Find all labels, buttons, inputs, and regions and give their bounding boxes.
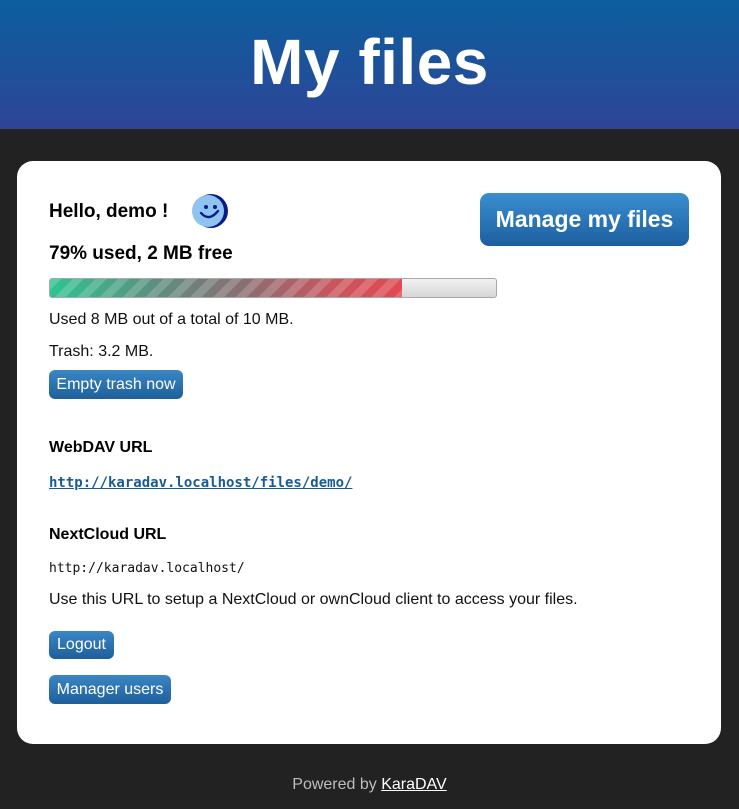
webdav-url-link[interactable]: http://karadav.localhost/files/demo/: [49, 475, 352, 491]
nextcloud-help-text: Use this URL to setup a NextCloud or own…: [49, 591, 578, 608]
trash-size: Trash: 3.2 MB.: [49, 343, 154, 360]
usage-summary: 79% used, 2 MB free: [49, 243, 233, 264]
storage-usage-bar-fill: [50, 279, 403, 297]
empty-trash-button[interactable]: Empty trash now: [49, 370, 183, 399]
nextcloud-url-value: http://karadav.localhost/: [49, 561, 245, 576]
page-title: My files: [250, 25, 489, 98]
smiley-face-icon: [192, 192, 230, 230]
nextcloud-url-label: NextCloud URL: [49, 526, 167, 543]
usage-detail: Used 8 MB out of a total of 10 MB.: [49, 311, 294, 328]
webdav-url-label: WebDAV URL: [49, 439, 153, 456]
greeting: Hello, demo !: [49, 201, 169, 222]
manage-files-button[interactable]: Manage my files: [480, 193, 689, 246]
main-card: Hello, demo ! Manage my files 79% used, …: [17, 161, 721, 744]
page-header: My files: [0, 0, 739, 129]
powered-by-text: Powered by: [292, 776, 382, 793]
storage-usage-bar: [49, 278, 497, 298]
footer: Powered by KaraDAV: [0, 776, 739, 794]
manage-users-button[interactable]: Manager users: [49, 675, 171, 704]
karadav-link[interactable]: KaraDAV: [381, 776, 447, 793]
logout-button[interactable]: Logout: [49, 631, 114, 659]
